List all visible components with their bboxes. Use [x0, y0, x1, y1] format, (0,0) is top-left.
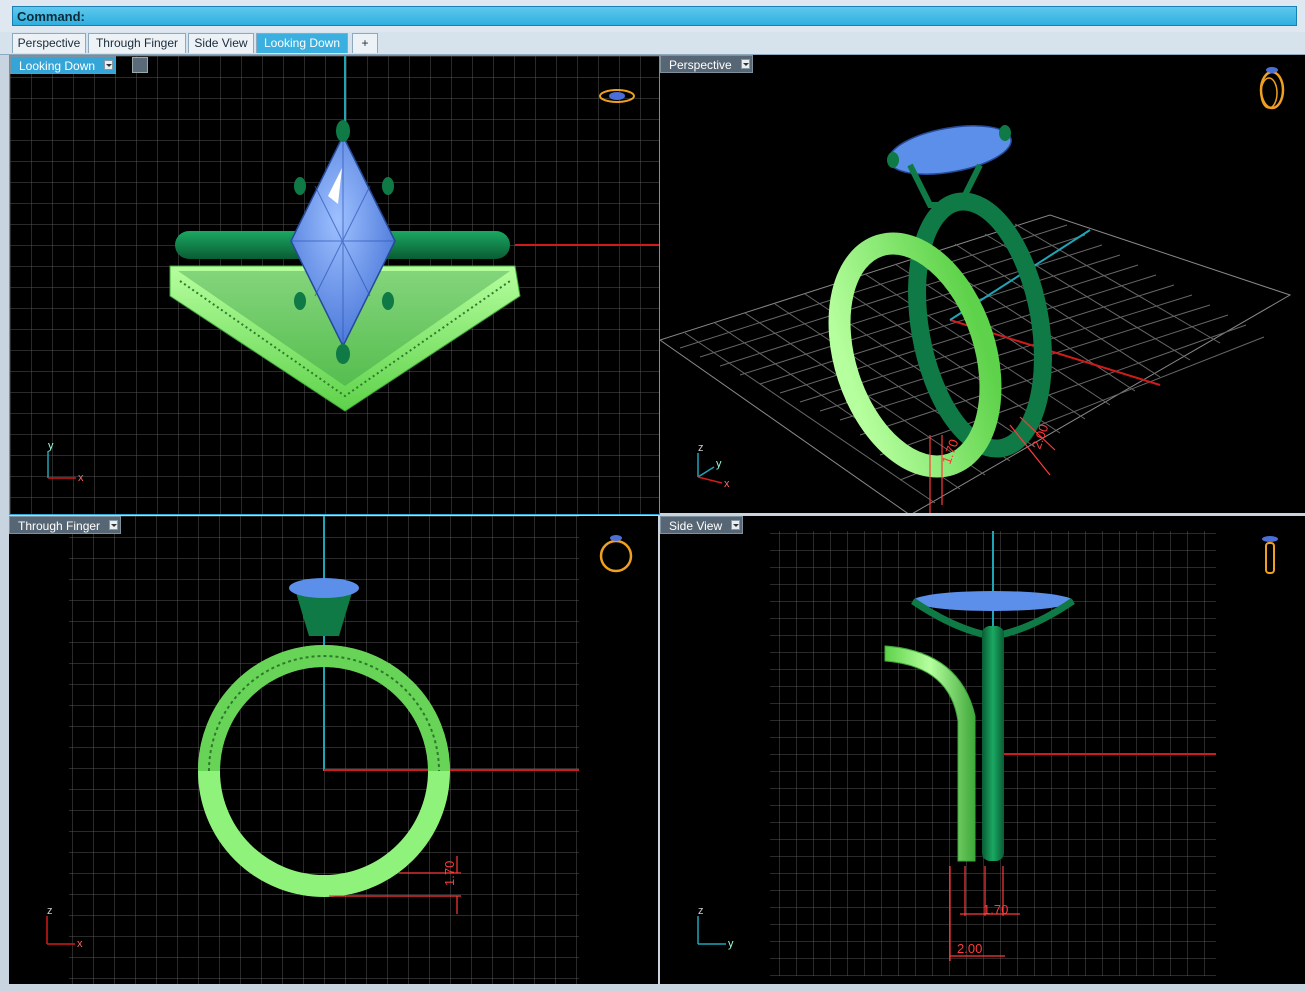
- viewport-through-finger[interactable]: 1.70 z x Through Finger: [9, 516, 658, 984]
- through-finger-canvas: 1.70 z x: [46, 516, 633, 984]
- command-label: Command:: [17, 9, 85, 24]
- tab-add-button[interactable]: +: [352, 33, 378, 53]
- command-input[interactable]: Command:: [12, 6, 1297, 26]
- viewport-perspective[interactable]: 1.70 2.00 z y x Perspective: [660, 55, 1305, 513]
- dimension-label: 1.70: [442, 861, 457, 886]
- viewport-label-looking-down[interactable]: Looking Down: [10, 56, 117, 74]
- tab-through-finger[interactable]: Through Finger: [88, 33, 186, 53]
- perspective-canvas: 1.70 2.00 z y x: [660, 67, 1292, 513]
- tab-label: Side View: [194, 36, 248, 50]
- tab-perspective[interactable]: Perspective: [12, 33, 86, 53]
- tab-side-view[interactable]: Side View: [188, 33, 254, 53]
- dimension-label: 2.00: [957, 941, 982, 956]
- viewport-label-through-finger[interactable]: Through Finger: [9, 516, 122, 534]
- axis-label-x: x: [78, 472, 84, 484]
- axis-label-z: z: [698, 442, 704, 454]
- axis-indicator: z y: [697, 905, 734, 950]
- looking-down-canvas: y x: [10, 56, 659, 514]
- viewport-label-text: Side View: [669, 519, 723, 533]
- viewport-side-view[interactable]: 1.70 2.00 z y Side View: [660, 516, 1305, 984]
- axis-label-z: z: [698, 905, 704, 917]
- lock-viewport-icon[interactable]: [132, 57, 148, 73]
- viewport-menu-dropdown-icon[interactable]: [740, 59, 750, 69]
- viewport-menu-dropdown-icon[interactable]: [104, 60, 114, 70]
- tab-looking-down[interactable]: Looking Down: [256, 33, 348, 53]
- viewport-label-text: Perspective: [669, 58, 732, 72]
- viewport-menu-dropdown-icon[interactable]: [109, 520, 119, 530]
- plus-icon: +: [361, 36, 369, 50]
- ring-perspective-nav-icon[interactable]: [1259, 67, 1285, 110]
- tab-label: Through Finger: [95, 36, 179, 50]
- viewport-label-text: Looking Down: [19, 59, 96, 73]
- tab-label: Looking Down: [263, 36, 341, 50]
- ring-side-nav-icon[interactable]: [1262, 536, 1278, 574]
- viewport-tabbar: Perspective Through Finger Side View Loo…: [0, 32, 1305, 55]
- axis-label-x: x: [77, 938, 83, 950]
- viewport-looking-down[interactable]: y x Looking Down: [9, 55, 660, 515]
- axis-label-y: y: [48, 440, 54, 452]
- axis-label-z: z: [47, 905, 53, 917]
- axis-indicator: z y x: [697, 442, 730, 490]
- viewport-menu-dropdown-icon[interactable]: [731, 520, 741, 530]
- viewport-label-perspective[interactable]: Perspective: [660, 55, 753, 73]
- viewport-label-text: Through Finger: [18, 519, 101, 533]
- side-view-canvas: 1.70 2.00 z y: [697, 531, 1278, 976]
- axis-label-y: y: [728, 938, 734, 950]
- dimension-label: 1.70: [983, 902, 1008, 917]
- tab-label: Perspective: [17, 36, 81, 50]
- axis-label-x: x: [724, 478, 730, 490]
- ring-front-nav-icon[interactable]: [599, 535, 633, 573]
- command-bar: Command:: [0, 0, 1305, 32]
- viewport-label-side-view[interactable]: Side View: [660, 516, 744, 534]
- axis-label-y: y: [716, 458, 722, 470]
